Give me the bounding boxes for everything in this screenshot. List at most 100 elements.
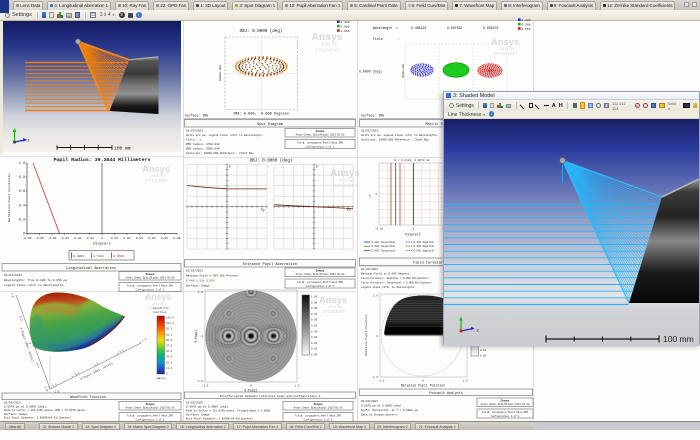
svg-text:69.5: 69.5: [166, 339, 173, 342]
svg-text:1.0: 1.0: [198, 291, 203, 294]
svg-text:Ansys Zemax OpticStudio 2023 R: Ansys Zemax OpticStudio 2023 R1.00: [294, 407, 343, 410]
svg-text:0.486 Tangential: 0.486 Tangential: [372, 241, 397, 244]
svg-text:Zemax: Zemax: [145, 403, 154, 406]
svg-text:Zemax: Zemax: [145, 273, 154, 276]
svg-text:OBJ: 0.0000 (deg): OBJ: 0.0000 (deg): [250, 159, 293, 164]
svg-text:100 mm: 100 mm: [114, 145, 131, 151]
svg-text:Wavelength ->: Wavelength ->: [373, 26, 398, 30]
svg-text:STUDENT: STUDENT: [322, 309, 346, 314]
svg-text:0.4860: 0.4860: [73, 254, 84, 258]
svg-text:-0.01: -0.01: [85, 237, 94, 240]
svg-text:01/03/2023: 01/03/2023: [186, 401, 203, 405]
svg-text:-0.04: -0.04: [47, 237, 56, 240]
svg-text:Waves: Waves: [157, 377, 166, 380]
svg-text:104.3: 104.3: [166, 322, 174, 325]
svg-text:2023 R1: 2023 R1: [339, 177, 355, 182]
svg-text:0: 0: [250, 385, 252, 388]
svg-text:01/03/2023: 01/03/2023: [186, 129, 203, 133]
svg-text:0.03: 0.03: [136, 237, 143, 240]
svg-text:Normalized Pupil Coordinate: Normalized Pupil Coordinate: [7, 173, 11, 222]
svg-text:0.10: 0.10: [311, 348, 318, 351]
svg-text:-1.0: -1.0: [196, 380, 203, 383]
svg-text:0.00: 0.00: [311, 354, 318, 357]
svg-text:0.587562: 0.587562: [447, 26, 462, 30]
svg-text:Pupil Radius: 39.3844 Millimet: Pupil Radius: 39.3844 Millimeters: [54, 157, 151, 163]
svg-text:Configuration 1 of 1: Configuration 1 of 1: [136, 288, 165, 291]
svg-text:0.80: 0.80: [311, 307, 318, 310]
svg-text:Zemax: Zemax: [500, 399, 509, 402]
svg-text:Data is shadow pattern.: Data is shadow pattern.: [361, 413, 398, 417]
svg-text:Zemax: Zemax: [313, 403, 322, 406]
svg-text:Knife: Horizontal, at Y = 0.00: Knife: Horizontal, at Y = 0.0000 µm.: [361, 408, 419, 412]
svg-text:0: 0: [422, 380, 424, 383]
svg-text:01/03/2023: 01/03/2023: [4, 273, 22, 277]
svg-text:IMA: 0.000, -0.006 Degrees: IMA: 0.000, -0.006 Degrees: [233, 112, 289, 117]
svg-text:Z: Z: [28, 139, 30, 143]
svg-text:Scale bar: 10000.000 Referen: Scale bar: 10000.000 Reference : Chief R…: [186, 151, 254, 155]
svg-text:Diopters: Diopters: [405, 233, 420, 237]
svg-text:0.486 Sagittal: 0.486 Sagittal: [414, 241, 436, 244]
svg-text:0: 0: [166, 373, 168, 376]
svg-text:Exit Pupil Diameter: 3.6890E+0: Exit Pupil Diameter: 3.6890E+04 Millimet…: [186, 417, 253, 421]
svg-text:0.0000 (deg): 0.0000 (deg): [359, 70, 382, 74]
svg-text:Zemax: Zemax: [315, 269, 324, 272]
svg-text:Units are µm. Legend items ref: Units are µm. Legend items refer to Wave…: [186, 133, 263, 137]
svg-text:-0.10: -0.10: [375, 228, 384, 231]
svg-text:STUDENT: STUDENT: [315, 47, 341, 53]
svg-text:1.0: 1.0: [19, 162, 25, 166]
svg-text:-1.0: -1.0: [378, 380, 385, 383]
svg-text:Py: Py: [261, 208, 265, 212]
svg-text:1.0: 1.0: [294, 385, 299, 388]
svg-text:23.2: 23.2: [166, 361, 173, 364]
svg-text:Relative Pupil Position: Relative Pupil Position: [364, 314, 368, 356]
svg-text:01/03/2023: 01/03/2023: [361, 399, 378, 403]
svg-text:Peak to valley = 231.6758 wave: Peak to valley = 231.6758 waves, RMS = 5…: [4, 408, 87, 412]
svg-text:0.5: 0.5: [119, 349, 125, 354]
svg-text:Zemax: Zemax: [315, 130, 324, 133]
svg-text:-0.5: -0.5: [73, 371, 80, 377]
svg-text:RMS radius: 1792.013: RMS radius: 1792.013: [186, 142, 220, 146]
svg-text:Ansys Zemax OpticStudio 2023 R: Ansys Zemax OpticStudio 2023 R1.00: [126, 277, 175, 280]
svg-text:0.05: 0.05: [161, 237, 168, 240]
svg-text:0.486: 0.486: [522, 19, 531, 22]
svg-text:0: 0: [96, 362, 99, 366]
svg-text:Foucault Analysis: Foucault Analysis: [429, 391, 463, 395]
svg-text:01/03/2023: 01/03/2023: [361, 267, 378, 271]
svg-text:81.1: 81.1: [166, 333, 173, 336]
svg-text:Ansys Zemax OpticStudio 2023 R: Ansys Zemax OpticStudio 2023 R1.00: [481, 403, 530, 406]
svg-text:Units are µm. Legend items ref: Units are µm. Legend items refer to Wave…: [361, 133, 438, 137]
svg-text:STUDENT: STUDENT: [494, 51, 518, 56]
svg-text:Peak to Valley = 231.6758 wave: Peak to Valley = 231.6758 waves. Fringes…: [186, 409, 270, 413]
svg-text:Field : 1: Field : 1: [186, 138, 201, 142]
svg-text:57.9: 57.9: [166, 345, 173, 348]
svg-text:0.50: 0.50: [311, 325, 318, 328]
svg-text:0.04: 0.04: [148, 237, 155, 240]
svg-text:46.3: 46.3: [166, 350, 173, 353]
svg-text:Ansys: Ansys: [319, 295, 347, 305]
svg-text:0.40: 0.40: [311, 330, 318, 333]
svg-text:01/03/2023: 01/03/2023: [186, 269, 203, 273]
svg-text:Wavelengths: from 0.486 To 0.6: Wavelengths: from 0.486 To 0.656 µm: [4, 278, 67, 282]
svg-text:0.10: 0.10: [480, 349, 487, 352]
svg-text:0.30: 0.30: [311, 336, 318, 339]
svg-text:Legend items refer to Waveleng: Legend items refer to Wavelengths: [4, 283, 64, 287]
svg-text:Field: conjugates_Part7 Rays.Z: Field: conjugates_Part7 Rays.ZMX: [295, 414, 341, 417]
svg-text:Legend items refer to Waveleng: Legend items refer to Wavelengths: [361, 285, 415, 289]
svg-text:0.4: 0.4: [19, 205, 25, 209]
svg-text:P: P: [316, 165, 318, 169]
svg-text:P: P: [229, 165, 231, 169]
svg-text:Longitudinal Aberration: Longitudinal Aberration: [66, 266, 116, 271]
svg-text:-1.0: -1.0: [43, 385, 48, 392]
svg-text:0.656273: 0.656273: [483, 26, 498, 30]
svg-text:-0.05: -0.05: [35, 237, 44, 240]
svg-text:Spot Diagram: Spot Diagram: [257, 122, 283, 127]
svg-text:0: 0: [413, 228, 415, 231]
svg-text:2023 R1: 2023 R1: [321, 42, 338, 47]
svg-text:Y-Pupil: Y-Pupil: [194, 329, 198, 342]
svg-text:Configuration 1 of 1: Configuration 1 of 1: [306, 145, 335, 148]
svg-text:Configuration 1 of 1: Configuration 1 of 1: [306, 285, 335, 288]
svg-text:0.486123: 0.486123: [411, 26, 426, 30]
svg-text:0.06: 0.06: [173, 237, 180, 240]
svg-text:Scale bar: 10000.000 Referen: Scale bar: 10000.000 Reference : Chief R…: [361, 138, 429, 142]
svg-text:1.0: 1.0: [10, 292, 15, 298]
